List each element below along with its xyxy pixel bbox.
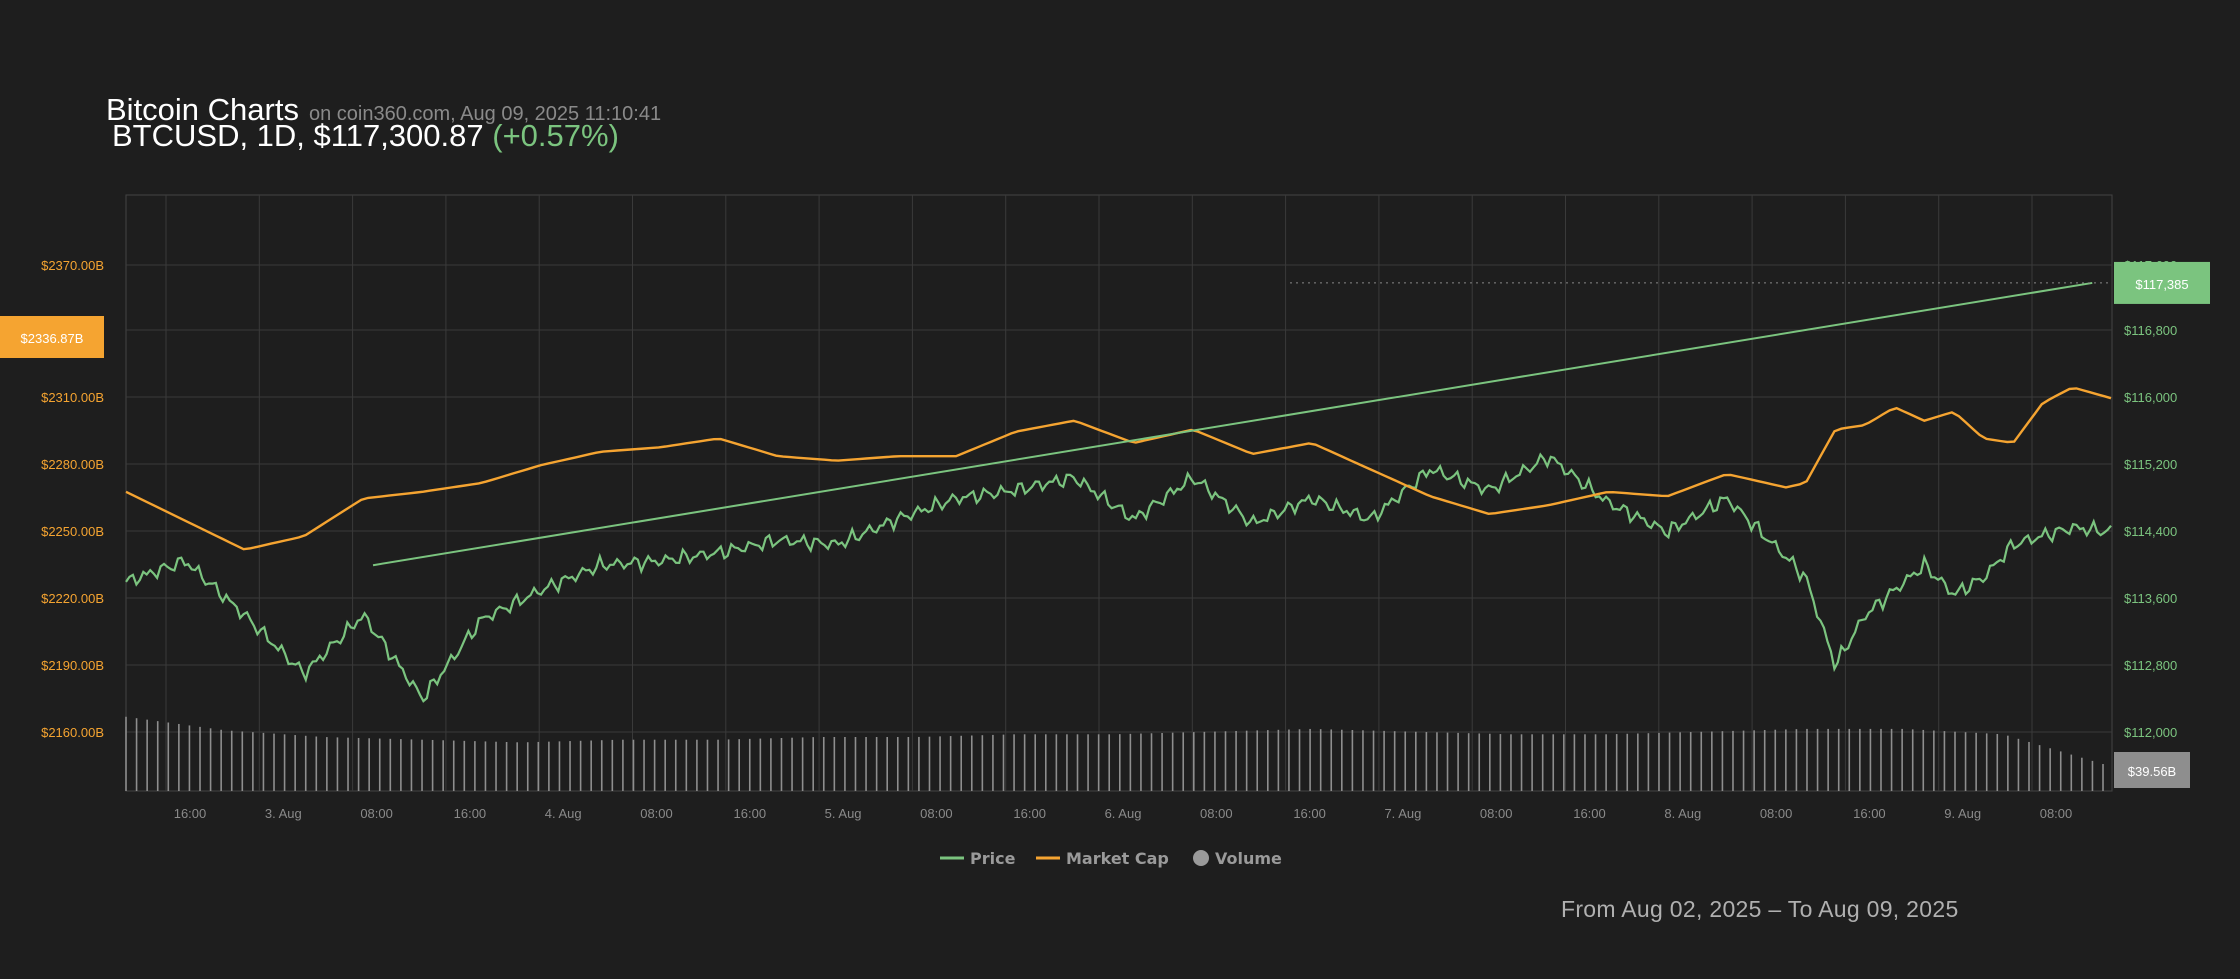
x-tick: 8. Aug [1664, 806, 1701, 821]
current-volume-label: $39.56B [2128, 764, 2176, 779]
x-tick: 16:00 [1293, 806, 1326, 821]
y-right-tick: $116,000 [2124, 390, 2177, 405]
y-right-tick: $116,800 [2124, 323, 2177, 338]
current-value-labels: $117,385 $2336.87B $39.56B [0, 261, 2210, 788]
legend-volume-swatch [1193, 850, 1209, 866]
x-tick: 16:00 [1853, 806, 1886, 821]
x-tick: 16:00 [734, 806, 767, 821]
x-tick: 16:00 [1573, 806, 1606, 821]
y-right-tick: $115,200 [2124, 457, 2177, 472]
y-left-tick: $2250.00B [41, 524, 104, 539]
x-tick: 6. Aug [1105, 806, 1142, 821]
current-marketcap-label: $2336.87B [21, 331, 84, 346]
bitcoin-chart: $2160.00B $2190.00B $2220.00B $2250.00B $228… [0, 194, 2210, 868]
x-tick: 08:00 [1760, 806, 1793, 821]
x-tick: 3. Aug [265, 806, 302, 821]
current-price-label: $117,385 [2135, 277, 2188, 292]
legend-market-cap[interactable]: Market Cap [1066, 849, 1169, 868]
y-left-tick: $2280.00B [41, 457, 104, 472]
x-tick: 5. Aug [825, 806, 862, 821]
x-tick: 16:00 [454, 806, 487, 821]
y-left-tick: $2310.00B [41, 390, 104, 405]
x-tick: 4. Aug [545, 806, 582, 821]
series-lines [125, 281, 2112, 703]
y-left-tick: $2190.00B [41, 658, 104, 673]
x-tick: 08:00 [640, 806, 673, 821]
x-tick: 08:00 [360, 806, 393, 821]
y-right-tick: $112,000 [2124, 725, 2177, 740]
y-right-tick: $112,800 [2124, 658, 2177, 673]
x-tick: 08:00 [920, 806, 953, 821]
y-left-tick: $2220.00B [41, 591, 104, 606]
date-range: From Aug 02, 2025 – To Aug 09, 2025 [1561, 896, 1959, 922]
x-tick: 16:00 [174, 806, 207, 821]
legend-price[interactable]: Price [970, 849, 1016, 868]
y-right-tick: $113,600 [2124, 591, 2177, 606]
x-tick: 7. Aug [1384, 806, 1421, 821]
legend-volume[interactable]: Volume [1215, 849, 1282, 868]
x-tick: 08:00 [1480, 806, 1513, 821]
y-left-tick: $2160.00B [41, 725, 104, 740]
x-tick: 08:00 [1200, 806, 1233, 821]
y-left-tick: $2370.00B [41, 258, 104, 273]
trend-line [372, 281, 2093, 567]
x-tick: 9. Aug [1944, 806, 1981, 821]
x-tick: 16:00 [1013, 806, 1046, 821]
x-tick: 08:00 [2040, 806, 2073, 821]
y-right-tick: $114,400 [2124, 524, 2177, 539]
volume-bars [125, 716, 2104, 791]
market-cap-line [125, 387, 2112, 551]
legend[interactable]: Price Market Cap Volume [940, 849, 1282, 868]
